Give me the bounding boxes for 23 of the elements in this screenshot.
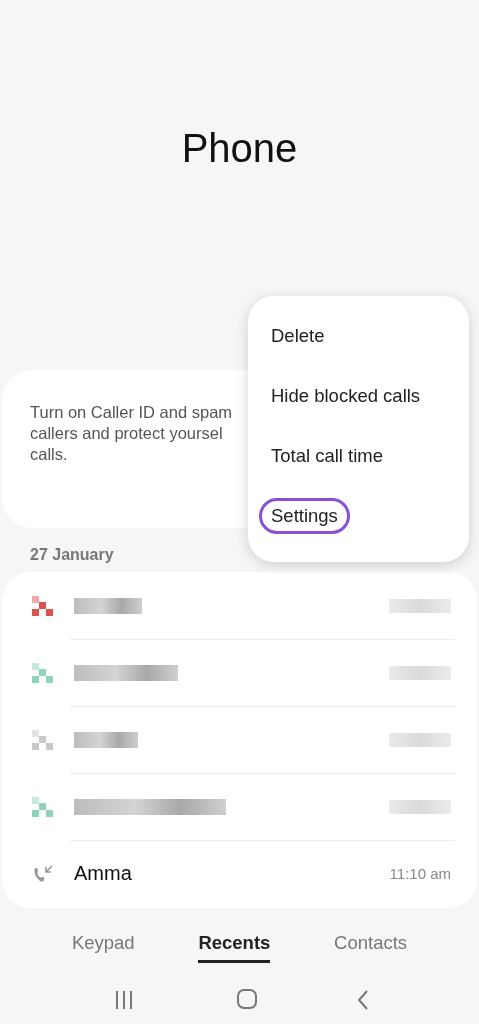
menu-item[interactable]: Settings	[259, 498, 350, 535]
call-time: 11:10 am	[389, 865, 451, 882]
redacted-name	[74, 597, 142, 614]
menu-item[interactable]: Hide blocked calls	[259, 378, 433, 415]
caller-id-text: calls.	[30, 444, 68, 465]
redacted-time	[389, 799, 451, 814]
redacted-time	[389, 598, 451, 613]
caller-id-card[interactable]: Turn on Caller ID and spam callers and protect yoursel calls.	[2, 370, 248, 528]
app-title: Phone	[180, 125, 299, 172]
home-icon[interactable]	[235, 988, 258, 1010]
redacted-time	[389, 665, 451, 680]
menu-item[interactable]: Total call time	[259, 438, 396, 475]
caller-id-text: callers and protect yoursel	[30, 423, 223, 444]
tab[interactable]: Recents	[198, 925, 271, 963]
caller-id-text: Turn on Caller ID and spam	[30, 402, 233, 423]
redacted-name	[74, 731, 138, 748]
contact-name: Amma	[74, 862, 133, 885]
tab[interactable]: Contacts	[334, 925, 408, 963]
menu-item[interactable]: Delete	[259, 318, 337, 355]
date-header: 27 January	[29, 545, 115, 565]
redacted-time	[389, 732, 451, 747]
incoming-call-icon	[32, 863, 54, 884]
tab[interactable]: Keypad	[71, 925, 135, 963]
